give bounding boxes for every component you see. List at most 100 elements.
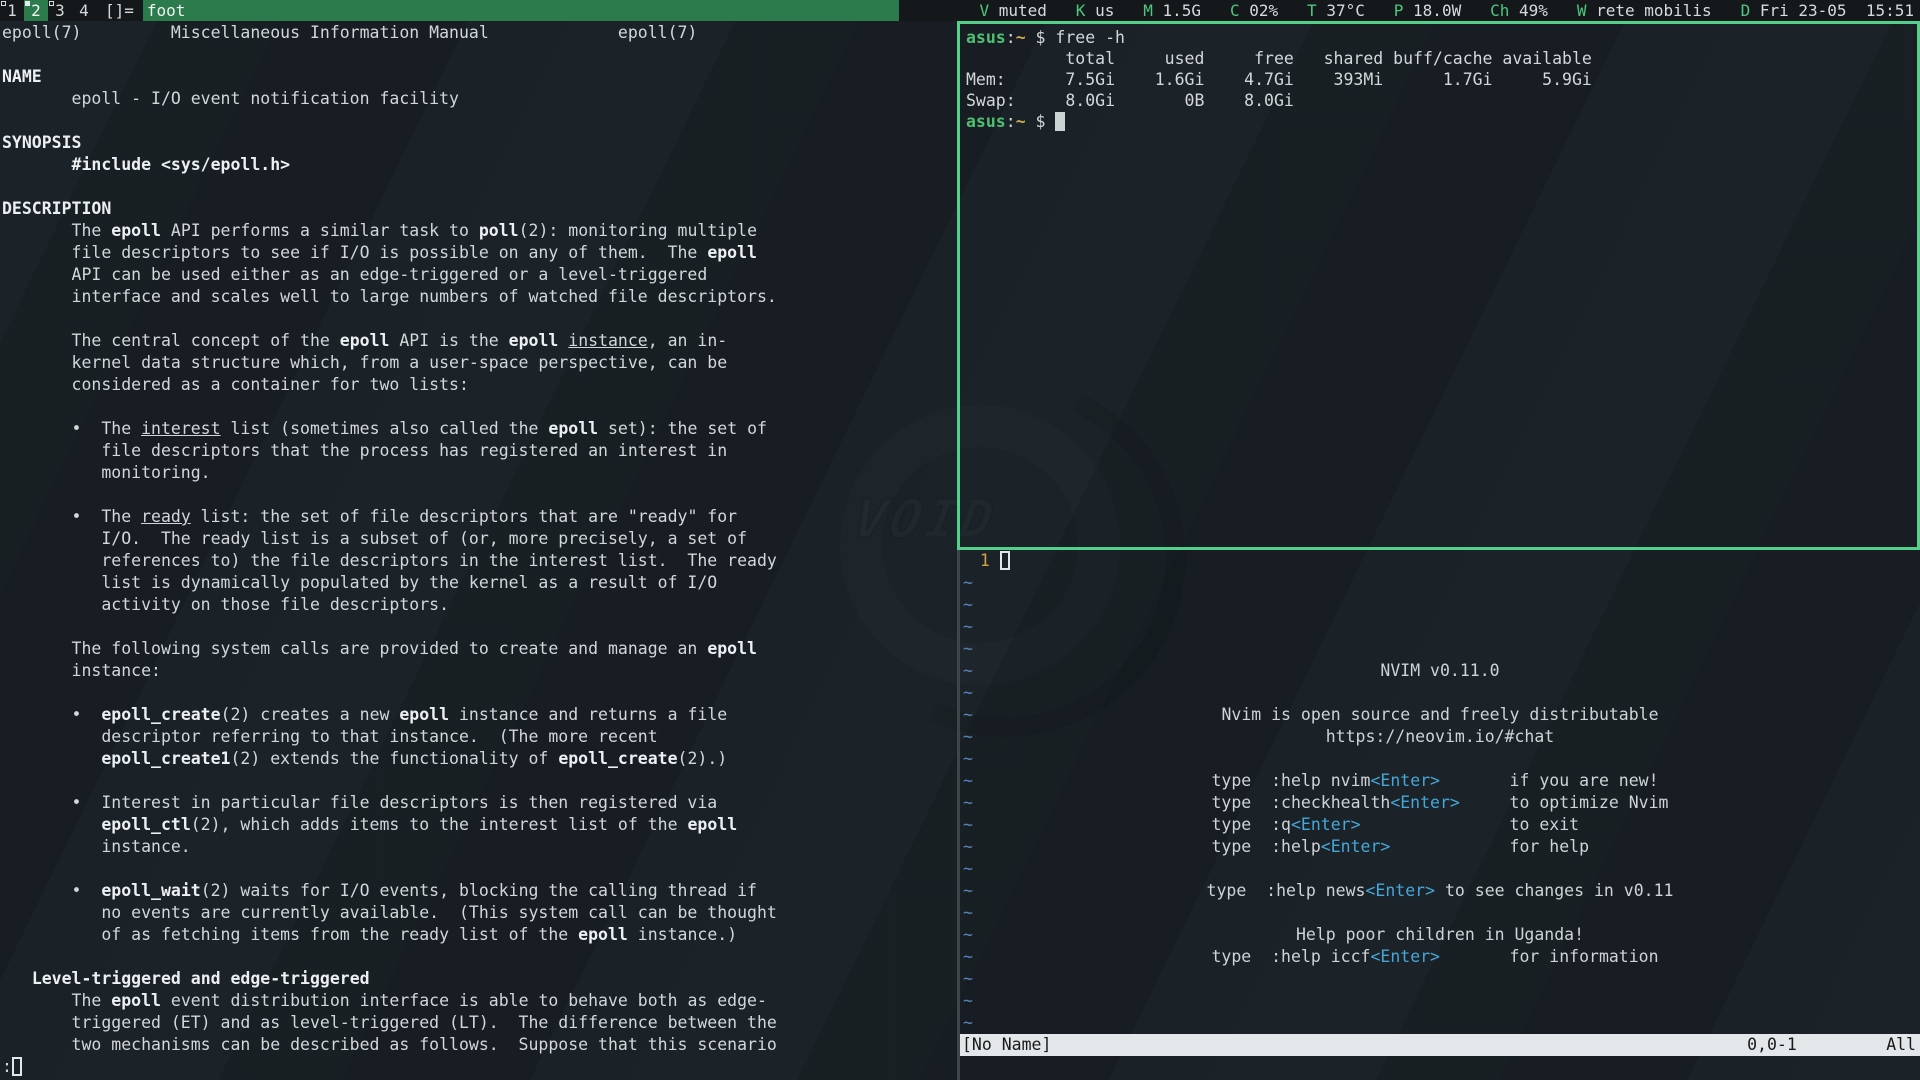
nvim-tilde: ~ [963,660,973,682]
man-line: API can be used either as an edge-trigge… [2,264,957,286]
nvim-tilde: ~ [963,902,973,924]
tag-occupied-indicator [49,1,54,6]
man-line: activity on those file descriptors. [2,594,957,616]
nvim-tilde: ~ [963,792,973,814]
layout-indicator[interactable]: []= [96,0,143,21]
nvim-row: ~type :help news<Enter> to see changes i… [960,880,1920,902]
nvim-tilde: ~ [963,880,973,902]
nvim-tilde: ~ [963,836,973,858]
tag-4[interactable]: 4 [72,0,96,21]
nvim-row: ~ [960,1012,1920,1034]
term-line: asus:~ $ free -h [966,27,1917,48]
status-temperature: T 37°C [1307,1,1365,20]
term-line: Mem: 7.5Gi 1.6Gi 4.7Gi 393Mi 1.7Gi 5.9Gi [966,69,1917,90]
nvim-tilde: ~ [963,924,973,946]
nvim-tilde: ~ [963,572,973,594]
man-line [2,682,957,704]
nvim-window[interactable]: 1 ~~~~~NVIM v0.11.0~~Nvim is open source… [957,550,1920,1080]
man-line: SYNOPSIS [2,132,957,154]
man-line [2,44,957,66]
man-line: • The ready list: the set of file descri… [2,506,957,528]
nvim-row: ~Nvim is open source and freely distribu… [960,704,1920,726]
tag-2[interactable]: 2 [24,0,48,21]
man-line: epoll - I/O event notification facility [2,88,957,110]
nvim-buffer-name: [No Name] [962,1034,1051,1056]
man-line: descriptor referring to that instance. (… [2,726,957,748]
man-line [2,858,957,880]
man-line [2,616,957,638]
nvim-scroll-position: All [1886,1035,1916,1054]
nvim-row: ~ [960,990,1920,1012]
man-line [2,946,957,968]
terminal-free[interactable]: asus:~ $ free -h total used free shared … [957,21,1920,550]
nvim-row: 1 [960,550,1920,572]
man-line: epoll(7) Miscellaneous Information Manua… [2,22,957,44]
nvim-tilde: ~ [963,748,973,770]
focused-window-title: foot [143,0,900,21]
man-line: instance. [2,836,957,858]
man-line: monitoring. [2,462,957,484]
nvim-tilde: ~ [963,814,973,836]
nvim-row: ~ [960,572,1920,594]
nvim-tilde: ~ [963,990,973,1012]
man-line: kernel data structure which, from a user… [2,352,957,374]
nvim-buffer: 1 ~~~~~NVIM v0.11.0~~Nvim is open source… [960,550,1920,1034]
man-line [2,308,957,330]
tag-1[interactable]: 1 [0,0,24,21]
terminal-man-epoll[interactable]: epoll(7) Miscellaneous Information Manua… [0,21,957,1080]
term-line: asus:~ $ [966,111,1917,132]
man-line: triggered (ET) and as level-triggered (L… [2,1012,957,1034]
nvim-row: ~type :help nvim<Enter> if you are new! [960,770,1920,792]
man-line: I/O. The ready list is a subset of (or, … [2,528,957,550]
status-keyboard-layout: K us [1076,1,1115,20]
man-line: DESCRIPTION [2,198,957,220]
nvim-row: ~ [960,748,1920,770]
nvim-tilde: ~ [963,704,973,726]
nvim-ruler: 0,0-1 All [1747,1034,1916,1056]
man-line: epoll_create1(2) extends the functionali… [2,748,957,770]
nvim-row: ~ [960,616,1920,638]
nvim-tilde: ~ [963,682,973,704]
man-line: The epoll API performs a similar task to… [2,220,957,242]
man-line: of as fetching items from the ready list… [2,924,957,946]
nvim-tilde: ~ [963,1012,973,1034]
nvim-row: ~type :help<Enter> for help [960,836,1920,858]
man-line: interface and scales well to large numbe… [2,286,957,308]
nvim-row: ~ [960,638,1920,660]
nvim-cmdline[interactable] [960,1056,1920,1080]
nvim-row: ~ [960,968,1920,990]
nvim-row: ~ [960,594,1920,616]
man-line: instance: [2,660,957,682]
status-memory: M 1.5G [1143,1,1201,20]
man-line: Level-triggered and edge-triggered [2,968,957,990]
nvim-row: ~NVIM v0.11.0 [960,660,1920,682]
nvim-row: ~type :checkhealth<Enter> to optimize Nv… [960,792,1920,814]
man-line: references to) the file descriptors in t… [2,550,957,572]
nvim-tilde: ~ [963,616,973,638]
man-line [2,110,957,132]
status-cpu: C 02% [1230,1,1278,20]
term-line: Swap: 8.0Gi 0B 8.0Gi [966,90,1917,111]
system-status: V muted K us M 1.5G C 02% T 37°C P 18.0W… [899,0,1920,21]
nvim-row: ~ [960,858,1920,880]
nvim-tilde: ~ [963,858,973,880]
nvim-row: ~https://neovim.io/#chat [960,726,1920,748]
man-line: The central concept of the epoll API is … [2,330,957,352]
status-network: W rete mobilis [1577,1,1712,20]
man-line: file descriptors to see if I/O is possib… [2,242,957,264]
tag-3[interactable]: 3 [48,0,72,21]
man-line: • epoll_create(2) creates a new epoll in… [2,704,957,726]
man-line: The following system calls are provided … [2,638,957,660]
cursor [1000,551,1010,570]
status-datetime: D Fri 23-05 15:51 [1741,1,1914,20]
man-line: #include <sys/epoll.h> [2,154,957,176]
man-line: NAME [2,66,957,88]
nvim-row: ~ [960,682,1920,704]
nvim-tilde: ~ [963,946,973,968]
nvim-row: ~Help poor children in Uganda! [960,924,1920,946]
nvim-statusline: [No Name] 0,0-1 All [960,1034,1920,1056]
status-power: P 18.0W [1394,1,1461,20]
cursor [12,1057,22,1076]
man-line: • The interest list (sometimes also call… [2,418,957,440]
nvim-tilde: ~ [963,594,973,616]
